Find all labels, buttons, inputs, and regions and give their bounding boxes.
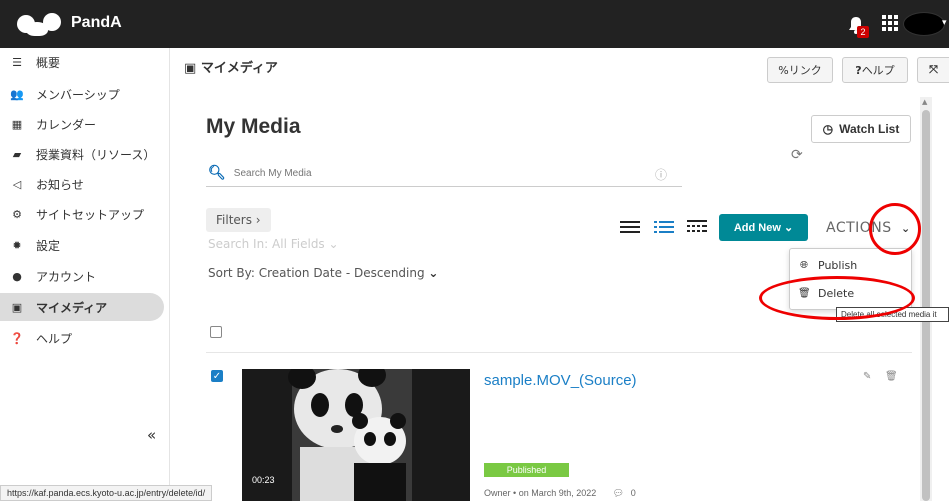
watch-list-label: Watch List: [839, 122, 900, 136]
status-bar-url: https://kaf.panda.ecs.kyoto-u.ac.jp/entr…: [0, 485, 213, 501]
sidebar-item-label: アカウント: [36, 269, 97, 284]
sidebar-item-label: サイトセットアップ: [36, 207, 145, 222]
media-thumbnail[interactable]: [242, 369, 470, 501]
actions-dropdown: 🌐︎ Publish 🗑︎ Delete: [789, 248, 912, 310]
publish-label: Publish: [818, 258, 858, 272]
search-icon: 🔍︎: [208, 165, 226, 181]
sidebar-item-membership[interactable]: 👥 メンバーシップ: [0, 80, 164, 108]
sidebar-item-resources[interactable]: ▰ 授業資料（リソース）: [0, 140, 164, 168]
pencil-icon[interactable]: ✎: [863, 371, 871, 382]
media-date: on March 9th, 2022: [518, 488, 597, 498]
divider: [206, 352, 912, 353]
filters-button[interactable]: Filters ›: [206, 208, 271, 232]
sidebar-item-label: 設定: [36, 238, 61, 253]
bullhorn-icon: ◁: [12, 177, 22, 191]
sidebar-item-label: メンバーシップ: [36, 87, 120, 102]
panda-logo[interactable]: [13, 9, 73, 37]
scrollbar-thumb[interactable]: [922, 110, 930, 501]
chevron-down-icon[interactable]: ⌄: [901, 222, 910, 235]
help-button-label: ヘルプ: [861, 64, 895, 77]
chevron-down-icon: ⌄: [428, 266, 439, 280]
search-in-label: Search In: All Fields: [208, 237, 325, 251]
clock-icon: ◷: [822, 122, 834, 136]
search-input[interactable]: [233, 167, 634, 179]
actions-menu-button[interactable]: ACTIONS: [826, 220, 892, 236]
sort-by-dropdown[interactable]: Sort By: Creation Date - Descending ⌄: [208, 266, 438, 280]
add-new-button[interactable]: Add New ⌄: [719, 214, 808, 241]
brand-name[interactable]: PandA: [71, 14, 122, 32]
sidebar-item-calendar[interactable]: ▦ カレンダー: [0, 110, 164, 138]
search-bar: 🔍︎ ⓘ: [206, 160, 682, 187]
panda-photo: [242, 369, 470, 501]
question-icon: ❓: [10, 331, 24, 345]
delete-tooltip: Delete all selected media it: [836, 307, 949, 322]
media-icon: ▣: [184, 61, 201, 76]
chevron-down-icon: ⌄: [780, 222, 794, 234]
status-badge: Published: [484, 463, 569, 477]
caret-down-icon: ▾: [942, 18, 947, 28]
list-view-icon[interactable]: [620, 219, 640, 235]
apps-grid-icon[interactable]: [882, 15, 898, 31]
gear-icon: ✹: [12, 238, 22, 252]
sidebar-item-help[interactable]: ❓ ヘルプ: [0, 324, 164, 352]
page-title: ▣ マイメディア: [184, 57, 278, 76]
help-button[interactable]: ? ヘルプ: [842, 57, 908, 83]
avatar[interactable]: [903, 12, 945, 36]
comment-count: 0: [630, 488, 636, 498]
select-all-checkbox[interactable]: [210, 326, 222, 338]
folder-icon: ▰: [12, 147, 22, 161]
info-icon[interactable]: ⓘ: [655, 166, 667, 183]
media-title-link[interactable]: sample.MOV_(Source): [484, 372, 637, 389]
users-icon: 👥: [10, 87, 24, 101]
collapse-sidebar-button[interactable]: «: [147, 426, 156, 444]
owner-label: Owner: [484, 488, 511, 498]
sidebar-item-account[interactable]: ● アカウント: [0, 262, 164, 290]
delete-menu-item[interactable]: 🗑︎ Delete: [790, 281, 911, 305]
video-duration: 00:23: [252, 475, 275, 485]
trash-icon[interactable]: 🗑︎: [885, 371, 898, 382]
fullscreen-button[interactable]: ⤧: [917, 57, 949, 83]
cogs-icon: ⚙: [12, 207, 22, 221]
sidebar-item-site-setup[interactable]: ⚙ サイトセットアップ: [0, 200, 164, 228]
sidebar-item-label: ヘルプ: [36, 331, 73, 346]
refresh-icon[interactable]: ⟳: [791, 147, 803, 163]
link-button[interactable]: % リンク: [767, 57, 833, 83]
search-in-dropdown[interactable]: Search In: All Fields ⌄: [208, 237, 339, 251]
sidebar-item-settings[interactable]: ✹ 設定: [0, 231, 164, 259]
scroll-up-icon[interactable]: ▲: [922, 98, 927, 106]
trash-icon: 🗑︎: [798, 287, 811, 299]
media-icon: ▣: [11, 300, 23, 314]
sidebar-item-overview[interactable]: ☰ 概要: [0, 48, 164, 76]
watch-list-button[interactable]: ◷ Watch List: [811, 115, 911, 143]
add-new-label: Add New: [733, 221, 781, 234]
list-icon: ☰: [12, 55, 22, 69]
my-media-heading: My Media: [206, 115, 301, 138]
sidebar-item-label: 概要: [36, 55, 61, 70]
link-icon: %: [778, 63, 789, 77]
link-button-label: リンク: [788, 64, 822, 77]
page-title-text: マイメディア: [200, 61, 278, 76]
media-meta: Owner • on March 9th, 2022 💬︎ 0: [484, 488, 636, 499]
sidebar-item-label: 授業資料（リソース）: [36, 147, 156, 162]
top-bar: PandA 2 ▾: [0, 0, 949, 48]
sidebar: ☰ 概要 👥 メンバーシップ ▦ カレンダー ▰ 授業資料（リソース） ◁ お知…: [0, 48, 170, 501]
compact-view-icon[interactable]: [687, 219, 707, 235]
chevron-down-icon: ⌄: [328, 237, 339, 251]
detailed-view-icon[interactable]: [654, 219, 674, 235]
sidebar-item-announcements[interactable]: ◁ お知らせ: [0, 170, 164, 198]
media-item-checkbox[interactable]: ✓: [211, 370, 223, 382]
expand-icon: ⤧: [929, 63, 938, 76]
user-icon: ●: [12, 269, 22, 283]
publish-menu-item[interactable]: 🌐︎ Publish: [790, 253, 911, 277]
sidebar-item-label: お知らせ: [36, 177, 84, 192]
delete-label: Delete: [818, 286, 855, 300]
calendar-icon: ▦: [11, 117, 23, 131]
sort-by-label: Sort By: Creation Date - Descending: [208, 266, 425, 280]
globe-icon: 🌐︎: [800, 259, 808, 271]
sidebar-item-label: マイメディア: [36, 300, 108, 315]
comment-icon: 💬︎: [612, 488, 625, 498]
notification-badge: 2: [857, 26, 869, 38]
sidebar-item-label: カレンダー: [36, 117, 97, 132]
sidebar-item-my-media[interactable]: ▣ マイメディア: [0, 293, 164, 321]
